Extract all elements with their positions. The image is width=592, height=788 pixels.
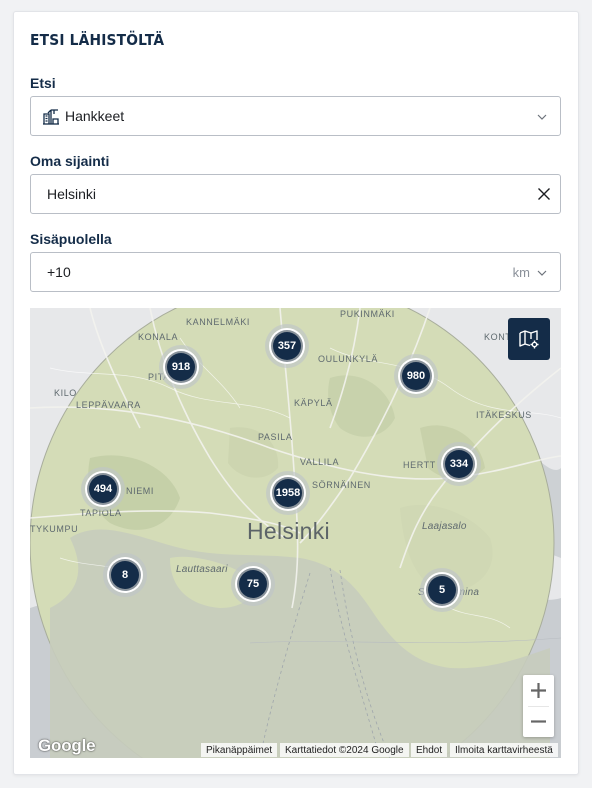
map-cluster-980[interactable]: 980 [394, 354, 438, 398]
chevron-down-icon [537, 114, 547, 120]
search-type-select[interactable]: Hankkeet [30, 96, 561, 136]
cluster-count: 334 [449, 458, 469, 470]
location-value: Helsinki [47, 186, 97, 202]
map-layers-button[interactable] [508, 318, 550, 360]
zoom-control [523, 675, 554, 737]
nearby-search-panel: ETSI LÄHISTÖLTÄ Etsi Hankkeet Oma sijain… [13, 11, 579, 775]
place-pasila: PASILA [258, 432, 293, 442]
zoom-in-icon[interactable] [523, 675, 554, 706]
cluster-count: 75 [246, 578, 260, 590]
search-type-value: Hankkeet [65, 108, 125, 124]
place-oulunkyla: OULUNKYLÄ [318, 354, 378, 364]
report-map-error-link[interactable]: Ilmoita karttavirheestä [450, 743, 558, 757]
building-crane-icon [43, 109, 59, 125]
map-cluster-5[interactable]: 5 [420, 568, 464, 612]
city-label: Helsinki [247, 518, 330, 544]
map-cluster-494[interactable]: 494 [81, 467, 125, 511]
cluster-count: 494 [93, 483, 113, 495]
place-niemi: NIEMI [126, 486, 155, 496]
radius-select[interactable]: +10 km [30, 252, 561, 292]
place-lauttasaari: Lauttasaari [176, 564, 228, 575]
place-kilo: KILO [54, 388, 77, 398]
map-layers-icon [519, 330, 539, 349]
search-type-label: Etsi [30, 75, 56, 91]
map-cluster-357[interactable]: 357 [265, 324, 309, 368]
location-label: Oma sijainti [30, 153, 110, 169]
google-logo: Google [38, 736, 96, 755]
map-cluster-1958[interactable]: 1958 [266, 471, 310, 515]
place-vallila: VALLILA [300, 457, 340, 467]
map-cluster-334[interactable]: 334 [437, 442, 481, 486]
map-data-attribution: Karttatiedot ©2024 Google [280, 743, 409, 757]
place-tykkumpu: TYKUMPU [30, 524, 79, 534]
place-itakeskus: ITÄKESKUS [476, 410, 532, 420]
cluster-count: 5 [438, 584, 446, 596]
map-cluster-918[interactable]: 918 [159, 345, 203, 389]
place-konala: KONALA [138, 332, 179, 342]
radius-unit: km [512, 264, 530, 280]
terms-link[interactable]: Ehdot [411, 743, 448, 757]
place-leppavaara: LEPPÄVAARA [76, 400, 141, 410]
cluster-count: 1958 [275, 487, 301, 499]
place-kapyla: KÄPYLÄ [294, 398, 333, 408]
chevron-down-icon [537, 270, 547, 276]
zoom-out-icon[interactable] [523, 706, 554, 737]
close-icon[interactable] [536, 186, 552, 202]
place-kannelmaki: KANNELMÄKI [186, 317, 251, 327]
place-sornainen: SÖRNÄINEN [312, 480, 371, 490]
radius-value: +10 [47, 264, 71, 280]
map-cluster-75[interactable]: 75 [231, 562, 275, 606]
map-view[interactable]: KANNELMÄKI PUKINMÄKI KONALA OULUNKYLÄ KO… [30, 308, 561, 758]
radius-label: Sisäpuolella [30, 231, 112, 247]
panel-title: ETSI LÄHISTÖLTÄ [30, 31, 165, 49]
keyboard-shortcuts-link[interactable]: Pikanäppäimet [201, 743, 278, 757]
cluster-count: 8 [121, 569, 129, 581]
place-laajasalo: Laajasalo [422, 521, 467, 532]
place-pukinmaki: PUKINMÄKI [340, 309, 395, 319]
cluster-count: 357 [277, 340, 297, 352]
cluster-count: 918 [171, 361, 191, 373]
location-input[interactable]: Helsinki [30, 174, 561, 214]
place-herttoniemi: HERTT [403, 460, 436, 470]
cluster-count: 980 [406, 370, 426, 382]
map-cluster-8[interactable]: 8 [103, 553, 147, 597]
